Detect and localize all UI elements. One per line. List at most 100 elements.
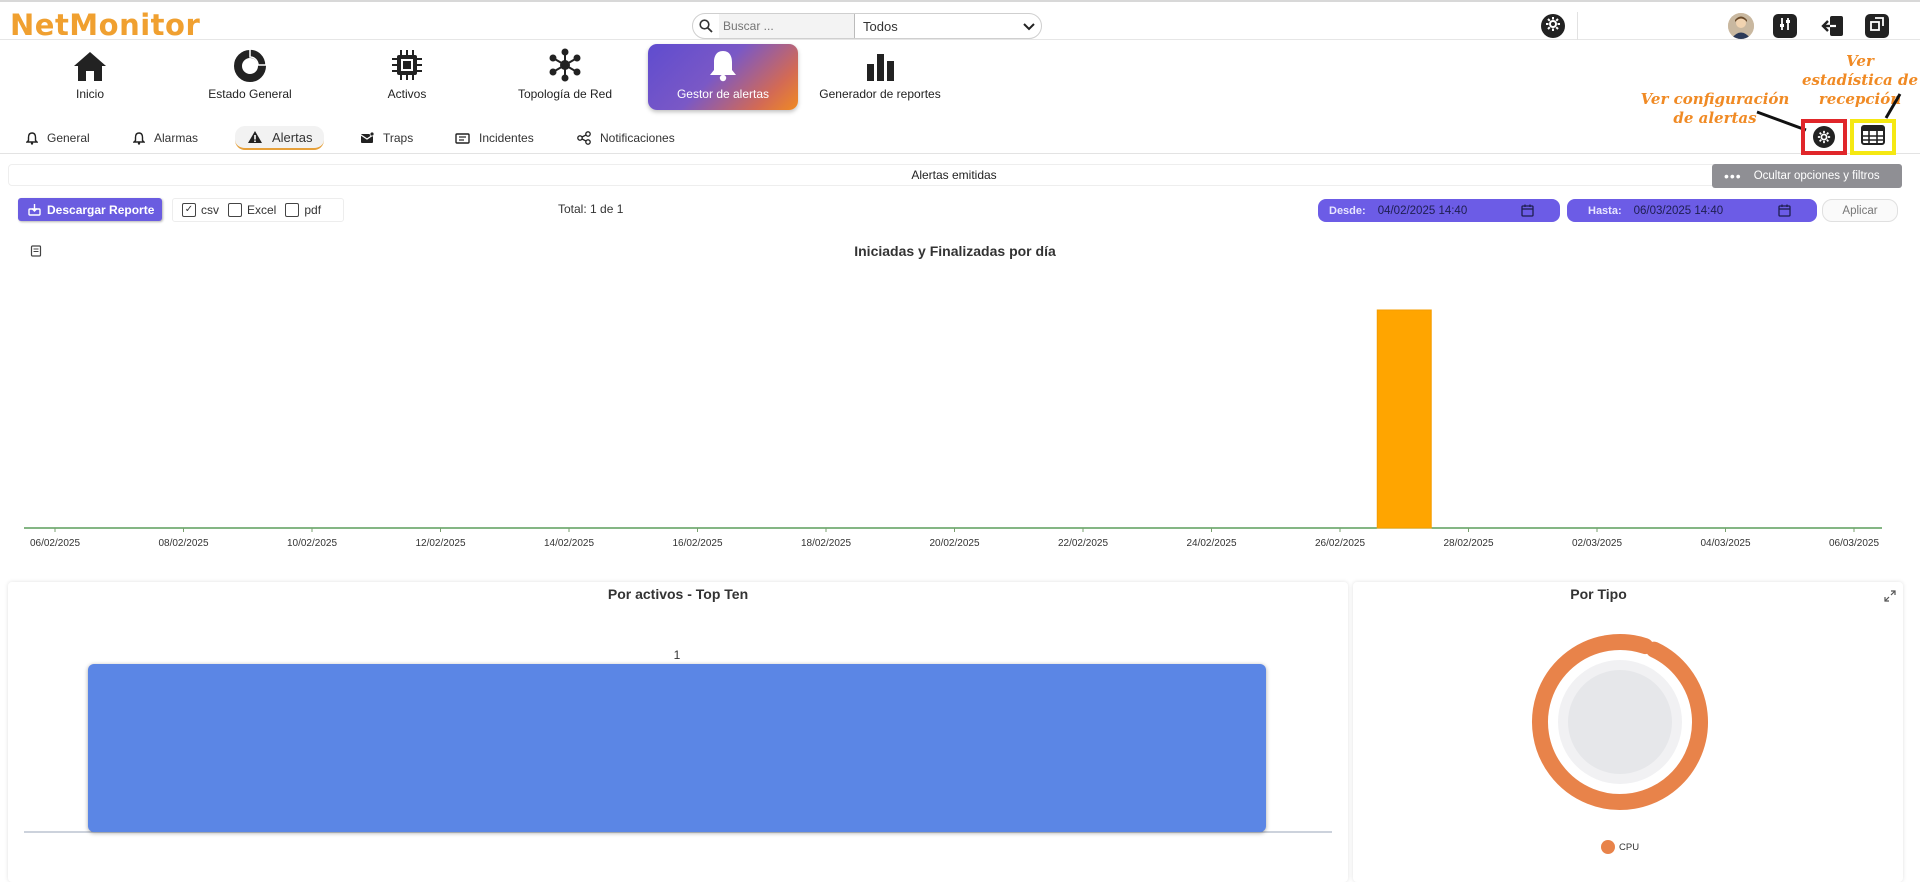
sliders-button[interactable] [1773, 14, 1797, 38]
envelope-icon [360, 132, 374, 144]
nav-item-estado-general[interactable]: Estado General [200, 44, 300, 110]
nav-item-activos[interactable]: Activos [367, 44, 447, 110]
calendar-icon[interactable] [1521, 204, 1534, 217]
bell-small-icon [133, 131, 145, 145]
toggle-options-label: Ocultar opciones y filtros [1753, 170, 1880, 182]
nav-label: Inicio [75, 87, 104, 101]
x-tick-label: 04/03/2025 [1700, 538, 1751, 549]
download-label: Descargar Reporte [47, 202, 155, 217]
tab-label: Alertas [272, 129, 313, 145]
date-from-field[interactable]: Desde: 04/02/2025 14:40 [1318, 199, 1560, 222]
checkbox-icon[interactable] [228, 203, 242, 217]
nav-label: Generador de reportes [819, 87, 941, 101]
expand-icon[interactable] [1884, 589, 1896, 607]
x-tick-label: 06/02/2025 [29, 538, 81, 549]
legend-label: CPU [1619, 841, 1640, 853]
tab-alertas[interactable]: Alertas [235, 126, 325, 150]
checkbox-checked-icon[interactable]: ✓ [182, 203, 196, 217]
gear-icon [1545, 16, 1561, 37]
date-from-value[interactable]: 04/02/2025 14:40 [1378, 205, 1468, 217]
toggle-options-button[interactable]: ••• Ocultar opciones y filtros [1712, 164, 1902, 188]
x-tick-label: 10/02/2025 [286, 538, 338, 549]
total-count: Total: 1 de 1 [558, 202, 624, 216]
tab-alarmas[interactable]: Alarmas [133, 126, 198, 150]
search-scope-select[interactable]: Todos [854, 14, 1041, 38]
format-pdf[interactable]: pdf [285, 203, 321, 217]
window-restore-icon [1870, 16, 1884, 36]
by-type-title: Por Tipo [1570, 586, 1627, 602]
gear-icon [1813, 126, 1835, 148]
format-excel[interactable]: Excel [228, 203, 276, 217]
x-tick-label: 12/02/2025 [415, 538, 466, 549]
x-tick-label: 06/03/2025 [1828, 538, 1880, 549]
alert-config-button[interactable] [1801, 119, 1847, 155]
search-icon [693, 14, 719, 38]
daily-chart-title: Iniciadas y Finalizadas por día [854, 243, 1056, 259]
x-tick-label: 26/02/2025 [1314, 538, 1366, 549]
x-tick-label: 22/02/2025 [1057, 538, 1109, 549]
nav-label: Activos [387, 87, 427, 101]
window-button[interactable] [1865, 14, 1889, 38]
checkbox-icon[interactable] [285, 203, 300, 217]
top-assets-chart: 1 [24, 648, 1332, 833]
nav-item-topologia[interactable]: Topología de Red [510, 44, 620, 110]
tab-notificaciones[interactable]: Notificaciones [577, 126, 675, 150]
date-to-value[interactable]: 06/03/2025 14:40 [1634, 205, 1724, 217]
donut-center [1568, 670, 1672, 774]
tab-general[interactable]: General [26, 126, 90, 150]
avatar-icon [1728, 13, 1754, 39]
bell-icon [708, 44, 738, 82]
x-tick-label: 02/03/2025 [1571, 538, 1623, 549]
x-tick-label: 24/02/2025 [1186, 538, 1237, 549]
x-tick-label: 20/02/2025 [929, 538, 980, 549]
by-type-donut [1532, 634, 1708, 810]
logout-icon [1819, 16, 1845, 42]
date-from-label: Desde: [1329, 204, 1366, 217]
search-scope-value: Todos [863, 18, 898, 34]
nav-item-generador-reportes[interactable]: Generador de reportes [815, 44, 945, 110]
format-label: pdf [304, 203, 322, 217]
sub-tabs: General Alarmas Alertas Traps Incidentes… [0, 122, 1920, 154]
table-icon [1861, 124, 1885, 150]
chip-icon [390, 44, 424, 82]
legend-swatch [1601, 840, 1615, 854]
tab-incidentes[interactable]: Incidentes [455, 126, 534, 150]
asset-bar-label: 1 [674, 648, 681, 662]
x-tick-label: 18/02/2025 [800, 538, 852, 549]
nav-label: Topología de Red [517, 87, 613, 101]
search-input[interactable] [719, 14, 854, 38]
by-type-legend: CPU [1601, 840, 1639, 854]
x-tick-label: 08/02/2025 [158, 538, 209, 549]
ticket-icon [455, 132, 470, 144]
apply-button[interactable]: Aplicar [1822, 199, 1898, 222]
download-report-button[interactable]: Descargar Reporte [18, 198, 162, 221]
format-csv[interactable]: ✓ csv [182, 203, 219, 217]
tab-label: Notificaciones [600, 131, 675, 145]
network-icon [548, 44, 582, 82]
app-logo[interactable]: NetMonitor [10, 8, 200, 42]
settings-button[interactable] [1541, 14, 1565, 38]
tab-traps[interactable]: Traps [360, 126, 413, 150]
nav-item-gestor-alertas[interactable]: Gestor de alertas [648, 44, 798, 110]
date-to-field[interactable]: Hasta: 06/03/2025 14:40 [1567, 199, 1817, 222]
section-title: Alertas emitidas [8, 164, 1900, 186]
asset-bar [88, 664, 1266, 832]
x-tick-label: 28/02/2025 [1443, 538, 1494, 549]
main-nav: Inicio Estado General Activos Topología … [0, 40, 1000, 112]
global-search[interactable]: Todos [692, 13, 1042, 39]
format-label: csv [201, 203, 219, 217]
user-avatar[interactable] [1728, 13, 1754, 39]
tab-label: Alarmas [154, 131, 199, 145]
sliders-icon [1778, 17, 1792, 36]
calendar-icon[interactable] [1778, 204, 1791, 217]
nav-label: Gestor de alertas [676, 87, 770, 101]
home-icon [73, 44, 107, 82]
tab-label: Traps [383, 131, 414, 145]
x-tick-label: 16/02/2025 [672, 538, 723, 549]
date-to-label: Hasta: [1588, 204, 1622, 217]
topbar-divider [1577, 12, 1578, 40]
reception-stats-button[interactable] [1850, 119, 1896, 155]
logout-button[interactable] [1819, 14, 1845, 38]
nav-item-inicio[interactable]: Inicio [60, 44, 120, 110]
download-icon [28, 203, 41, 216]
